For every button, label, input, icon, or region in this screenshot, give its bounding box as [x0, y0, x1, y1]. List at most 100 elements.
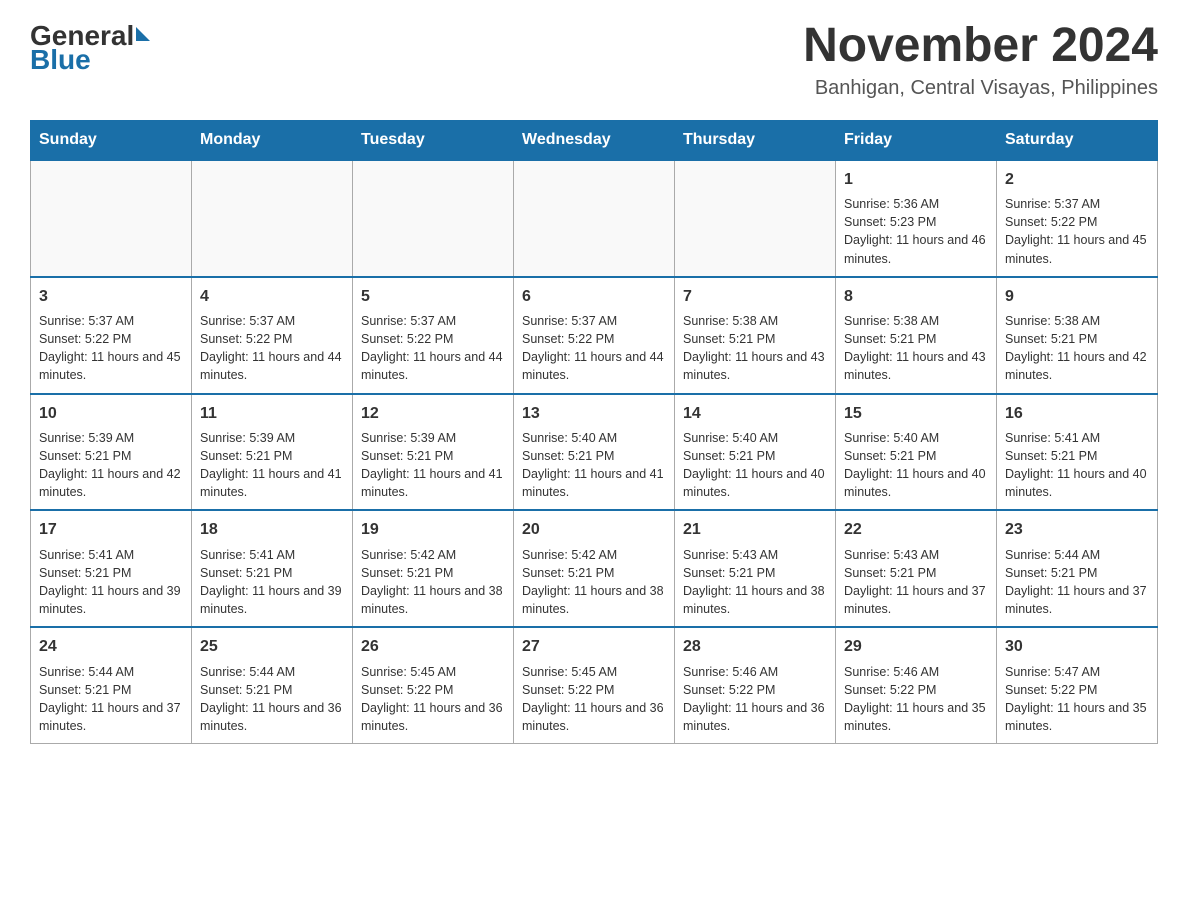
title-section: November 2024 Banhigan, Central Visayas,…	[803, 20, 1158, 100]
day-number: 1	[844, 169, 988, 191]
logo-blue-text: Blue	[30, 44, 91, 76]
calendar-header-sunday: Sunday	[31, 120, 192, 160]
day-info: Sunrise: 5:39 AM Sunset: 5:21 PM Dayligh…	[361, 429, 505, 502]
calendar-cell: 16 Sunrise: 5:41 AM Sunset: 5:21 PM Dayli…	[997, 394, 1158, 511]
day-number: 25	[200, 636, 344, 658]
calendar-table: SundayMondayTuesdayWednesdayThursdayFrid…	[30, 120, 1158, 744]
calendar-cell: 23 Sunrise: 5:44 AM Sunset: 5:21 PM Dayli…	[997, 510, 1158, 627]
day-number: 4	[200, 286, 344, 308]
day-info: Sunrise: 5:39 AM Sunset: 5:21 PM Dayligh…	[39, 429, 183, 502]
day-info: Sunrise: 5:40 AM Sunset: 5:21 PM Dayligh…	[683, 429, 827, 502]
day-info: Sunrise: 5:38 AM Sunset: 5:21 PM Dayligh…	[844, 312, 988, 385]
calendar-cell	[192, 160, 353, 277]
calendar-cell: 30 Sunrise: 5:47 AM Sunset: 5:22 PM Dayli…	[997, 627, 1158, 743]
day-info: Sunrise: 5:37 AM Sunset: 5:22 PM Dayligh…	[361, 312, 505, 385]
calendar-cell: 9Sunrise: 5:38 AM Sunset: 5:21 PM Daylig…	[997, 277, 1158, 394]
calendar-cell: 19Sunrise: 5:42 AM Sunset: 5:21 PM Dayli…	[353, 510, 514, 627]
day-number: 17	[39, 519, 183, 541]
day-number: 13	[522, 403, 666, 425]
calendar-cell: 8 Sunrise: 5:38 AM Sunset: 5:21 PM Daylig…	[836, 277, 997, 394]
calendar-cell: 5 Sunrise: 5:37 AM Sunset: 5:22 PM Daylig…	[353, 277, 514, 394]
calendar-week-row: 1 Sunrise: 5:36 AM Sunset: 5:23 PM Daylig…	[31, 160, 1158, 277]
calendar-cell: 27 Sunrise: 5:45 AM Sunset: 5:22 PM Dayli…	[514, 627, 675, 743]
calendar-cell	[31, 160, 192, 277]
day-info: Sunrise: 5:36 AM Sunset: 5:23 PM Dayligh…	[844, 195, 988, 268]
calendar-cell: 28 Sunrise: 5:46 AM Sunset: 5:22 PM Dayli…	[675, 627, 836, 743]
day-info: Sunrise: 5:46 AM Sunset: 5:22 PM Dayligh…	[844, 663, 988, 736]
day-number: 26	[361, 636, 505, 658]
calendar-cell: 4 Sunrise: 5:37 AM Sunset: 5:22 PM Daylig…	[192, 277, 353, 394]
day-info: Sunrise: 5:38 AM Sunset: 5:21 PM Dayligh…	[683, 312, 827, 385]
day-number: 12	[361, 403, 505, 425]
day-number: 29	[844, 636, 988, 658]
day-number: 6	[522, 286, 666, 308]
calendar-cell: 21 Sunrise: 5:43 AM Sunset: 5:21 PM Dayli…	[675, 510, 836, 627]
day-info: Sunrise: 5:41 AM Sunset: 5:21 PM Dayligh…	[39, 546, 183, 619]
day-info: Sunrise: 5:45 AM Sunset: 5:22 PM Dayligh…	[361, 663, 505, 736]
day-number: 18	[200, 519, 344, 541]
day-number: 30	[1005, 636, 1149, 658]
day-number: 8	[844, 286, 988, 308]
day-info: Sunrise: 5:41 AM Sunset: 5:21 PM Dayligh…	[1005, 429, 1149, 502]
day-info: Sunrise: 5:37 AM Sunset: 5:22 PM Dayligh…	[522, 312, 666, 385]
day-info: Sunrise: 5:46 AM Sunset: 5:22 PM Dayligh…	[683, 663, 827, 736]
day-info: Sunrise: 5:40 AM Sunset: 5:21 PM Dayligh…	[844, 429, 988, 502]
page-header: General Blue November 2024 Banhigan, Cen…	[30, 20, 1158, 100]
day-info: Sunrise: 5:37 AM Sunset: 5:22 PM Dayligh…	[1005, 195, 1149, 268]
day-number: 10	[39, 403, 183, 425]
day-info: Sunrise: 5:44 AM Sunset: 5:21 PM Dayligh…	[1005, 546, 1149, 619]
day-info: Sunrise: 5:43 AM Sunset: 5:21 PM Dayligh…	[844, 546, 988, 619]
calendar-header-thursday: Thursday	[675, 120, 836, 160]
day-info: Sunrise: 5:41 AM Sunset: 5:21 PM Dayligh…	[200, 546, 344, 619]
day-number: 16	[1005, 403, 1149, 425]
day-number: 3	[39, 286, 183, 308]
day-info: Sunrise: 5:42 AM Sunset: 5:21 PM Dayligh…	[522, 546, 666, 619]
day-info: Sunrise: 5:47 AM Sunset: 5:22 PM Dayligh…	[1005, 663, 1149, 736]
day-info: Sunrise: 5:37 AM Sunset: 5:22 PM Dayligh…	[200, 312, 344, 385]
day-info: Sunrise: 5:40 AM Sunset: 5:21 PM Dayligh…	[522, 429, 666, 502]
calendar-cell: 7 Sunrise: 5:38 AM Sunset: 5:21 PM Daylig…	[675, 277, 836, 394]
calendar-cell: 22Sunrise: 5:43 AM Sunset: 5:21 PM Dayli…	[836, 510, 997, 627]
calendar-cell: 10 Sunrise: 5:39 AM Sunset: 5:21 PM Dayli…	[31, 394, 192, 511]
calendar-header-row: SundayMondayTuesdayWednesdayThursdayFrid…	[31, 120, 1158, 160]
day-info: Sunrise: 5:37 AM Sunset: 5:22 PM Dayligh…	[39, 312, 183, 385]
day-number: 5	[361, 286, 505, 308]
day-info: Sunrise: 5:44 AM Sunset: 5:21 PM Dayligh…	[39, 663, 183, 736]
day-info: Sunrise: 5:45 AM Sunset: 5:22 PM Dayligh…	[522, 663, 666, 736]
day-number: 15	[844, 403, 988, 425]
day-number: 21	[683, 519, 827, 541]
day-number: 11	[200, 403, 344, 425]
calendar-cell: 25 Sunrise: 5:44 AM Sunset: 5:21 PM Dayli…	[192, 627, 353, 743]
day-number: 2	[1005, 169, 1149, 191]
day-number: 19	[361, 519, 505, 541]
day-info: Sunrise: 5:44 AM Sunset: 5:21 PM Dayligh…	[200, 663, 344, 736]
calendar-cell: 24 Sunrise: 5:44 AM Sunset: 5:21 PM Dayli…	[31, 627, 192, 743]
page-title: November 2024	[803, 20, 1158, 73]
page-subtitle: Banhigan, Central Visayas, Philippines	[803, 77, 1158, 100]
calendar-cell	[514, 160, 675, 277]
day-number: 7	[683, 286, 827, 308]
calendar-week-row: 10 Sunrise: 5:39 AM Sunset: 5:21 PM Dayli…	[31, 394, 1158, 511]
day-number: 23	[1005, 519, 1149, 541]
calendar-cell: 17 Sunrise: 5:41 AM Sunset: 5:21 PM Dayli…	[31, 510, 192, 627]
calendar-week-row: 24 Sunrise: 5:44 AM Sunset: 5:21 PM Dayli…	[31, 627, 1158, 743]
calendar-cell: 11 Sunrise: 5:39 AM Sunset: 5:21 PM Dayli…	[192, 394, 353, 511]
day-number: 24	[39, 636, 183, 658]
calendar-cell: 3 Sunrise: 5:37 AM Sunset: 5:22 PM Daylig…	[31, 277, 192, 394]
day-number: 14	[683, 403, 827, 425]
calendar-header-tuesday: Tuesday	[353, 120, 514, 160]
day-number: 28	[683, 636, 827, 658]
calendar-header-monday: Monday	[192, 120, 353, 160]
calendar-cell: 12 Sunrise: 5:39 AM Sunset: 5:21 PM Dayli…	[353, 394, 514, 511]
day-info: Sunrise: 5:43 AM Sunset: 5:21 PM Dayligh…	[683, 546, 827, 619]
day-number: 27	[522, 636, 666, 658]
calendar-cell: 29 Sunrise: 5:46 AM Sunset: 5:22 PM Dayli…	[836, 627, 997, 743]
day-info: Sunrise: 5:39 AM Sunset: 5:21 PM Dayligh…	[200, 429, 344, 502]
logo-triangle-icon	[136, 27, 150, 41]
calendar-header-saturday: Saturday	[997, 120, 1158, 160]
calendar-header-friday: Friday	[836, 120, 997, 160]
logo: General Blue	[30, 20, 150, 76]
calendar-cell	[353, 160, 514, 277]
day-info: Sunrise: 5:38 AM Sunset: 5:21 PM Dayligh…	[1005, 312, 1149, 385]
calendar-cell: 18 Sunrise: 5:41 AM Sunset: 5:21 PM Dayli…	[192, 510, 353, 627]
